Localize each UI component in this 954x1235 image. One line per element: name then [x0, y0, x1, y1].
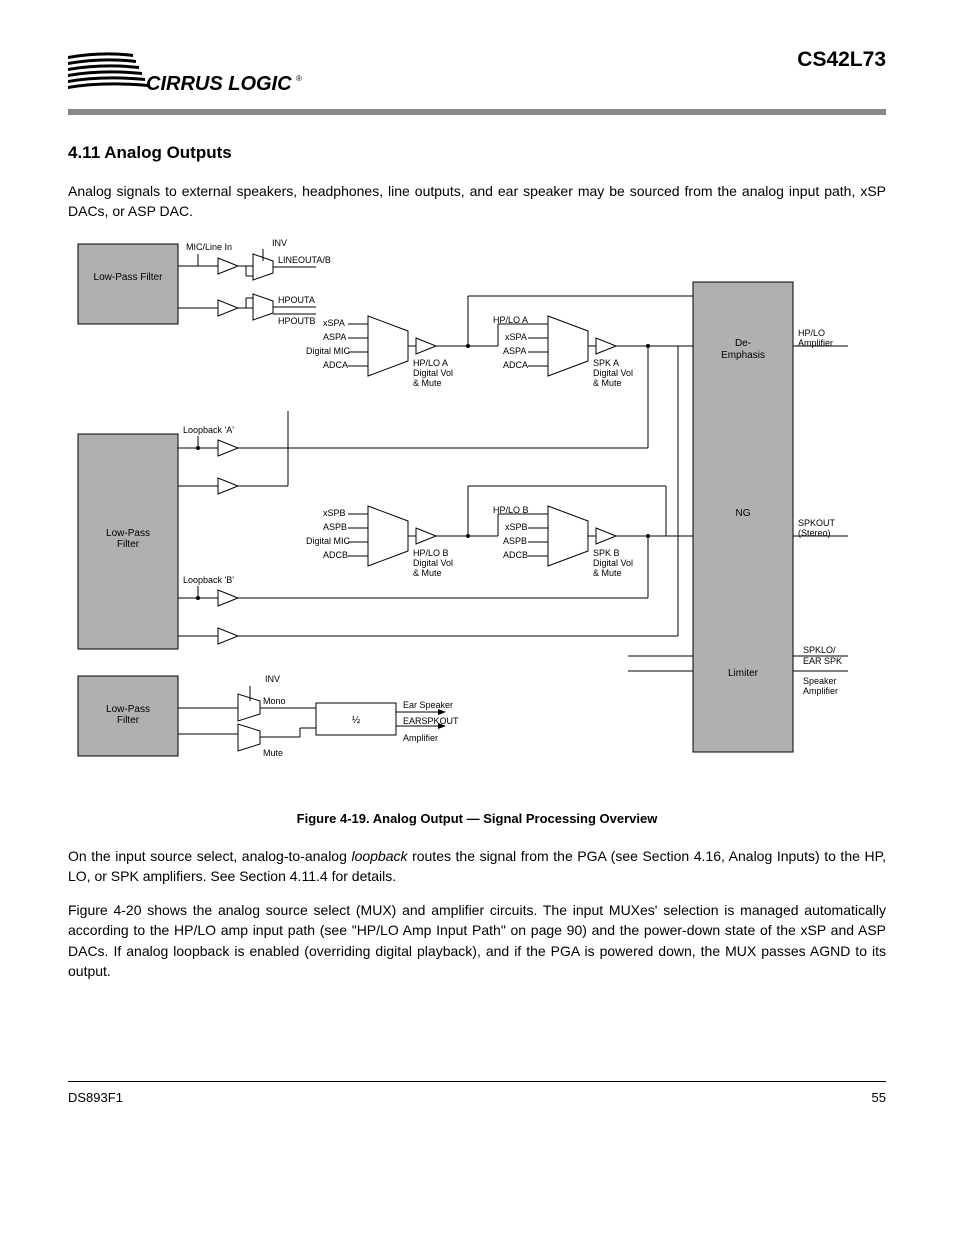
- svg-text:MIC/Line In: MIC/Line In: [186, 242, 232, 252]
- svg-text:& Mute: & Mute: [593, 378, 622, 388]
- svg-text:EAR SPK: EAR SPK: [803, 656, 842, 666]
- svg-text:xSPA: xSPA: [323, 318, 345, 328]
- svg-text:HP/LO B: HP/LO B: [493, 505, 529, 515]
- svg-text:INV: INV: [272, 238, 287, 248]
- svg-text:Low-Pass Filter: Low-Pass Filter: [94, 272, 164, 283]
- svg-text:Amplifier: Amplifier: [798, 338, 833, 348]
- svg-text:SPK A: SPK A: [593, 358, 619, 368]
- svg-text:& Mute: & Mute: [593, 568, 622, 578]
- logo: CIRRUS LOGIC ®: [68, 48, 308, 103]
- svg-text:ASPA: ASPA: [323, 332, 346, 342]
- svg-text:Loopback 'A': Loopback 'A': [183, 425, 234, 435]
- svg-text:Loopback 'B': Loopback 'B': [183, 575, 234, 585]
- svg-text:Digital Vol: Digital Vol: [593, 368, 633, 378]
- part-number: CS42L73: [797, 48, 886, 72]
- svg-text:ASPA: ASPA: [503, 346, 526, 356]
- svg-text:HP/LO: HP/LO: [798, 328, 825, 338]
- footer-doc-id: DS893F1: [68, 1090, 123, 1105]
- svg-text:Digital MIC: Digital MIC: [306, 536, 351, 546]
- svg-text:HP/LO A: HP/LO A: [413, 358, 448, 368]
- svg-text:ADCB: ADCB: [503, 550, 528, 560]
- svg-text:Limiter: Limiter: [728, 668, 759, 679]
- svg-text:(Stereo): (Stereo): [798, 528, 831, 538]
- svg-text:SPKLO/: SPKLO/: [803, 645, 836, 655]
- svg-text:ASPB: ASPB: [503, 536, 527, 546]
- page-header: CIRRUS LOGIC ® CS42L73: [68, 48, 886, 103]
- figure-caption: Figure 4-19. Analog Output — Signal Proc…: [68, 811, 886, 826]
- svg-text:Digital Vol: Digital Vol: [413, 368, 453, 378]
- svg-text:xSPB: xSPB: [323, 508, 346, 518]
- svg-text:xSPA: xSPA: [505, 332, 527, 342]
- intro-paragraph: Analog signals to external speakers, hea…: [68, 181, 886, 222]
- figure-4-19: Low-Pass Filter MIC/Line In INV L: [68, 236, 886, 801]
- section-heading: 4.11 Analog Outputs: [68, 143, 886, 163]
- paragraph-3: Figure 4-20 shows the analog source sele…: [68, 900, 886, 981]
- svg-text:Digital MIC: Digital MIC: [306, 346, 351, 356]
- svg-text:ADCA: ADCA: [323, 360, 348, 370]
- svg-text:SPKOUT: SPKOUT: [798, 518, 836, 528]
- svg-text:Digital Vol: Digital Vol: [593, 558, 633, 568]
- svg-text:SPK B: SPK B: [593, 548, 620, 558]
- svg-text:Mono: Mono: [263, 696, 286, 706]
- footer-page-number: 55: [872, 1090, 886, 1105]
- svg-text:xSPB: xSPB: [505, 522, 528, 532]
- page-footer: DS893F1 55: [68, 1081, 886, 1105]
- svg-text:Mute: Mute: [263, 748, 283, 758]
- svg-text:HPOUTA: HPOUTA: [278, 295, 315, 305]
- svg-text:Speaker: Speaker: [803, 676, 837, 686]
- svg-text:ADCA: ADCA: [503, 360, 528, 370]
- svg-text:CIRRUS LOGIC: CIRRUS LOGIC: [146, 73, 292, 95]
- svg-text:Ear Speaker: Ear Speaker: [403, 700, 453, 710]
- svg-text:ADCB: ADCB: [323, 550, 348, 560]
- paragraph-2: On the input source select, analog-to-an…: [68, 846, 886, 887]
- svg-text:®: ®: [296, 74, 302, 83]
- svg-text:HP/LO B: HP/LO B: [413, 548, 449, 558]
- svg-text:LINEOUTA/B: LINEOUTA/B: [278, 255, 331, 265]
- svg-text:NG: NG: [736, 508, 751, 519]
- svg-text:Amplifier: Amplifier: [403, 733, 438, 743]
- svg-text:ASPB: ASPB: [323, 522, 347, 532]
- svg-text:HPOUTB: HPOUTB: [278, 316, 316, 326]
- svg-text:½: ½: [352, 715, 361, 726]
- header-divider: [68, 109, 886, 115]
- svg-text:EARSPKOUT: EARSPKOUT: [403, 716, 459, 726]
- svg-text:Digital Vol: Digital Vol: [413, 558, 453, 568]
- svg-text:INV: INV: [265, 674, 280, 684]
- svg-text:Amplifier: Amplifier: [803, 686, 838, 696]
- svg-text:& Mute: & Mute: [413, 378, 442, 388]
- svg-text:& Mute: & Mute: [413, 568, 442, 578]
- svg-text:HP/LO A: HP/LO A: [493, 315, 528, 325]
